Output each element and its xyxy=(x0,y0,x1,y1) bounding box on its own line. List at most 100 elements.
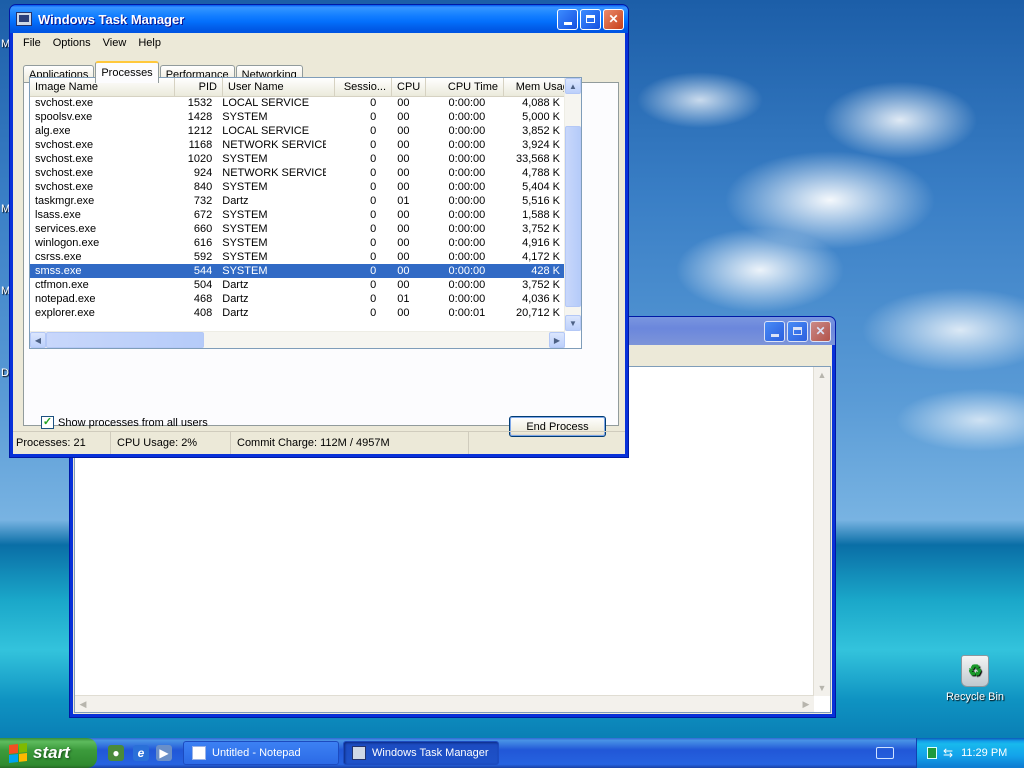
menu-bar: File Options View Help xyxy=(13,33,625,53)
process-list[interactable]: Image Name PID User Name Sessio... CPU C… xyxy=(29,77,582,349)
menu-help[interactable]: Help xyxy=(132,37,167,49)
keyboard-icon[interactable] xyxy=(876,747,894,759)
process-cell-cputime: 0:00:00 xyxy=(448,139,486,151)
process-row[interactable]: lsass.exe 672 SYSTEM 0 00 0:00:00 1,588 K xyxy=(30,208,565,222)
task-manager-window[interactable]: Windows Task Manager ✕ File Options View… xyxy=(9,4,629,458)
network-icon[interactable]: ⇆ xyxy=(943,746,953,760)
process-row[interactable]: svchost.exe 840 SYSTEM 0 00 0:00:00 5,404 K xyxy=(30,180,565,194)
column-header-cpu-time[interactable]: CPU Time xyxy=(426,78,504,96)
process-cell-pid: 544 xyxy=(193,265,213,277)
process-row[interactable]: System4SYSTEM0000:00:02236 K xyxy=(30,320,565,321)
process-row[interactable]: svchost.exe 1020 SYSTEM 0 00 0:00:00 33,568 K xyxy=(30,152,565,166)
vertical-scrollbar[interactable]: ▲ ▼ xyxy=(813,367,830,696)
media-player-icon[interactable]: ▶ xyxy=(156,745,172,761)
process-cell-mem: 428 K xyxy=(531,265,560,277)
internet-explorer-icon[interactable]: e xyxy=(133,745,149,761)
maximize-button[interactable] xyxy=(787,320,808,342)
process-cell-pid: 1020 xyxy=(187,153,213,165)
process-cell-session: 0 xyxy=(370,153,377,165)
task-manager-titlebar[interactable]: Windows Task Manager ✕ xyxy=(10,5,628,33)
process-row[interactable]: smss.exe 544 SYSTEM 0 00 0:00:00 428 K xyxy=(30,264,565,278)
process-cell-session: 0 xyxy=(370,265,377,277)
horizontal-scrollbar[interactable]: ◀ ▶ xyxy=(30,331,565,348)
process-cell-cpu: 00 xyxy=(397,97,410,109)
process-cell-session: 0 xyxy=(370,97,377,109)
status-commit-charge: Commit Charge: 112M / 4957M xyxy=(231,432,469,454)
process-cell-mem: 5,404 K xyxy=(522,181,560,193)
scroll-left-arrow-icon[interactable]: ◀ xyxy=(30,332,46,348)
process-cell-cpu: 00 xyxy=(397,139,410,151)
messenger-icon[interactable]: ● xyxy=(108,745,124,761)
menu-options[interactable]: Options xyxy=(47,37,97,49)
taskbar: start ● e ▶ Untitled - Notepad Windows T… xyxy=(0,738,1024,768)
process-cell-cputime: 0:00:00 xyxy=(448,209,486,221)
desktop-icon-label-fragment[interactable]: D xyxy=(1,367,9,379)
process-cell-pid: 732 xyxy=(193,195,213,207)
process-row[interactable]: winlogon.exe 616 SYSTEM 0 00 0:00:00 4,916 K xyxy=(30,236,565,250)
recycle-bin[interactable]: ♻ Recycle Bin xyxy=(942,655,1008,703)
process-cell-mem: 3,752 K xyxy=(522,279,560,291)
status-cpu-usage: CPU Usage: 2% xyxy=(111,432,231,454)
status-resize-grip[interactable] xyxy=(469,432,625,454)
process-cell-name: services.exe xyxy=(35,223,97,235)
process-cell-cputime: 0:00:00 xyxy=(448,111,486,123)
process-cell-mem: 5,516 K xyxy=(522,195,560,207)
process-cell-user: SYSTEM xyxy=(222,265,268,277)
process-cell-pid: 660 xyxy=(193,223,213,235)
status-processes: Processes: 21 xyxy=(13,432,111,454)
process-cell-session: 0 xyxy=(370,223,377,235)
process-row[interactable]: svchost.exe 1532 LOCAL SERVICE 0 00 0:00:00 4,… xyxy=(30,96,565,110)
scroll-down-arrow-icon[interactable]: ▼ xyxy=(565,315,581,331)
column-header-pid[interactable]: PID xyxy=(175,78,223,96)
scroll-up-arrow-icon[interactable]: ▲ xyxy=(814,367,830,383)
process-row[interactable]: svchost.exe 924 NETWORK SERVICE 0 00 0:00:00 4… xyxy=(30,166,565,180)
process-row[interactable]: alg.exe 1212 LOCAL SERVICE 0 00 0:00:00 3,852 … xyxy=(30,124,565,138)
process-row[interactable]: svchost.exe 1168 NETWORK SERVICE 0 00 0:00:00… xyxy=(30,138,565,152)
process-row[interactable]: explorer.exe 408 Dartz 0 00 0:00:01 20,712 K xyxy=(30,306,565,320)
scroll-down-arrow-icon[interactable]: ▼ xyxy=(814,680,830,696)
tab-processes[interactable]: Processes xyxy=(95,61,159,83)
desktop: M M M D ♻ Recycle Bin ✕ ▲ ▼ ◀ ▶ Windows … xyxy=(0,0,1024,738)
checkbox-check-icon[interactable]: ✓ xyxy=(41,416,54,429)
scroll-thumb[interactable] xyxy=(565,126,581,307)
scroll-thumb[interactable] xyxy=(46,332,204,348)
start-button[interactable]: start xyxy=(0,738,97,768)
process-cell-pid: 504 xyxy=(193,279,213,291)
taskbar-notepad[interactable]: Untitled - Notepad xyxy=(183,741,339,765)
close-button[interactable]: ✕ xyxy=(603,8,624,30)
maximize-button[interactable] xyxy=(580,8,601,30)
process-cell-cpu: 00 xyxy=(397,181,410,193)
process-cell-session: 0 xyxy=(370,251,377,263)
process-cell-mem: 3,752 K xyxy=(522,223,560,235)
process-cell-session: 0 xyxy=(370,111,377,123)
process-cell-pid: 672 xyxy=(193,209,213,221)
vertical-scrollbar[interactable]: ▲ ▼ xyxy=(564,78,581,331)
menu-file[interactable]: File xyxy=(17,37,47,49)
process-row[interactable]: csrss.exe 592 SYSTEM 0 00 0:00:00 4,172 K xyxy=(30,250,565,264)
process-row[interactable]: ctfmon.exe 504 Dartz 0 00 0:00:00 3,752 K xyxy=(30,278,565,292)
minimize-button[interactable] xyxy=(557,8,578,30)
process-cell-user: SYSTEM xyxy=(222,209,268,221)
show-all-processes-checkbox[interactable]: ✓ Show processes from all users xyxy=(41,416,208,429)
scroll-right-arrow-icon[interactable]: ▶ xyxy=(798,696,814,712)
process-row[interactable]: spoolsv.exe 1428 SYSTEM 0 00 0:00:00 5,000 K xyxy=(30,110,565,124)
process-row[interactable]: taskmgr.exe 732 Dartz 0 01 0:00:00 5,516 K xyxy=(30,194,565,208)
clock[interactable]: 11:29 PM xyxy=(961,747,1007,759)
green-status-icon[interactable] xyxy=(927,747,937,759)
taskbar-task-manager[interactable]: Windows Task Manager xyxy=(343,741,499,765)
column-header-session[interactable]: Sessio... xyxy=(335,78,392,96)
scroll-up-arrow-icon[interactable]: ▲ xyxy=(565,78,581,94)
column-header-cpu[interactable]: CPU xyxy=(392,78,426,96)
close-button[interactable]: ✕ xyxy=(810,320,831,342)
scroll-left-arrow-icon[interactable]: ◀ xyxy=(75,696,91,712)
minimize-button[interactable] xyxy=(764,320,785,342)
process-cell-name: svchost.exe xyxy=(35,139,94,151)
column-header-user-name[interactable]: User Name xyxy=(223,78,335,96)
process-row[interactable]: services.exe 660 SYSTEM 0 00 0:00:00 3,752 K xyxy=(30,222,565,236)
process-row[interactable]: notepad.exe 468 Dartz 0 01 0:00:00 4,036 K xyxy=(30,292,565,306)
horizontal-scrollbar[interactable]: ◀ ▶ xyxy=(75,695,814,712)
scroll-right-arrow-icon[interactable]: ▶ xyxy=(549,332,565,348)
process-cell-pid: 616 xyxy=(193,237,213,249)
window-title: Windows Task Manager xyxy=(38,11,185,27)
menu-view[interactable]: View xyxy=(97,37,133,49)
